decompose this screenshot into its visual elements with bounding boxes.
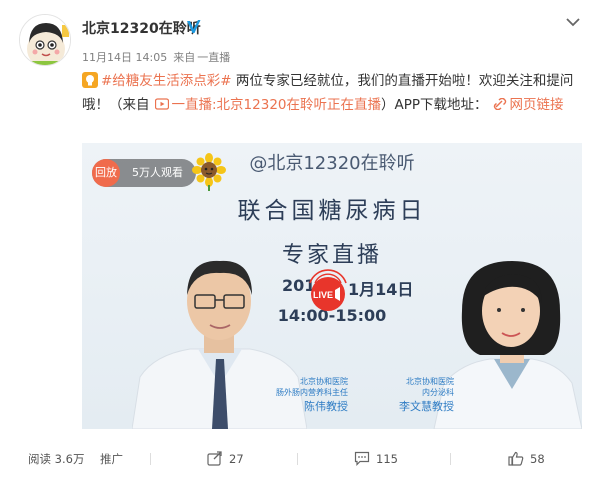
chevron-down-icon[interactable] [565, 16, 581, 28]
web-link-icon [493, 98, 506, 110]
lightbulb-icon [82, 72, 98, 88]
divider [450, 453, 451, 465]
live-video-thumbnail[interactable]: @北京12320在聆听 联合国糖尿病日 专家直播 201 1月14日 14:00… [82, 143, 582, 429]
post-body-2: ）APP下载地址： [381, 97, 488, 113]
thumbs-up-icon [508, 451, 524, 466]
comment-count: 115 [376, 452, 398, 466]
action-bar: 阅读 3.6万 推广 27 115 58 [28, 451, 545, 466]
divider [297, 453, 298, 465]
like-count: 58 [530, 452, 545, 466]
post-source[interactable]: 一直播 [197, 51, 230, 64]
verified-badge-icon [187, 20, 201, 33]
weibo-post-card: 北京12320在聆听 11月14日 14:05 来自 一直播 #给糖友生活添点彩# … [0, 0, 600, 477]
live-label: LIVE [313, 290, 333, 300]
video-link-icon [154, 98, 169, 110]
live-play-icon[interactable]: LIVE [302, 263, 354, 315]
doctor-right-name: 李文慧教授 [399, 400, 454, 413]
doctor-right-caption: 北京协和医院 内分泌科 李文慧教授 [399, 377, 454, 413]
username[interactable]: 北京12320在聆听 [82, 18, 201, 38]
web-link[interactable]: 网页链接 [510, 97, 564, 113]
viewer-pill: 回放 5万人观看 [92, 159, 196, 187]
video-date-right: 1月14日 [348, 280, 414, 299]
repost-icon [207, 451, 222, 466]
viewer-count: 5万人观看 [132, 166, 183, 179]
post-text: #给糖友生活添点彩# 两位专家已经就位，我们的直播开始啦！欢迎关注和提问哦！（来… [82, 69, 582, 117]
doctor-right-portrait [433, 261, 582, 429]
live-source-link[interactable]: 一直播:北京12320在聆听正在直播 [172, 97, 382, 113]
topic-link[interactable]: #给糖友生活添点彩# [101, 73, 232, 89]
doctor-left-caption: 北京协和医院 肠外肠内营养科主任 陈伟教授 [276, 377, 348, 413]
doctor-left-name: 陈伟教授 [304, 400, 348, 413]
sunflower-icon [192, 153, 226, 191]
replay-badge[interactable]: 回放 [92, 159, 120, 187]
post-meta: 11月14日 14:05 来自 一直播 [82, 49, 236, 65]
repost-count: 27 [229, 452, 244, 466]
avatar[interactable] [19, 14, 71, 66]
video-title: 联合国糖尿病日 [237, 198, 427, 224]
post-from-label: 来自 [173, 51, 196, 64]
divider [150, 453, 151, 465]
post-time[interactable]: 11月14日 14:05 [82, 51, 167, 64]
comment-icon [354, 451, 370, 466]
